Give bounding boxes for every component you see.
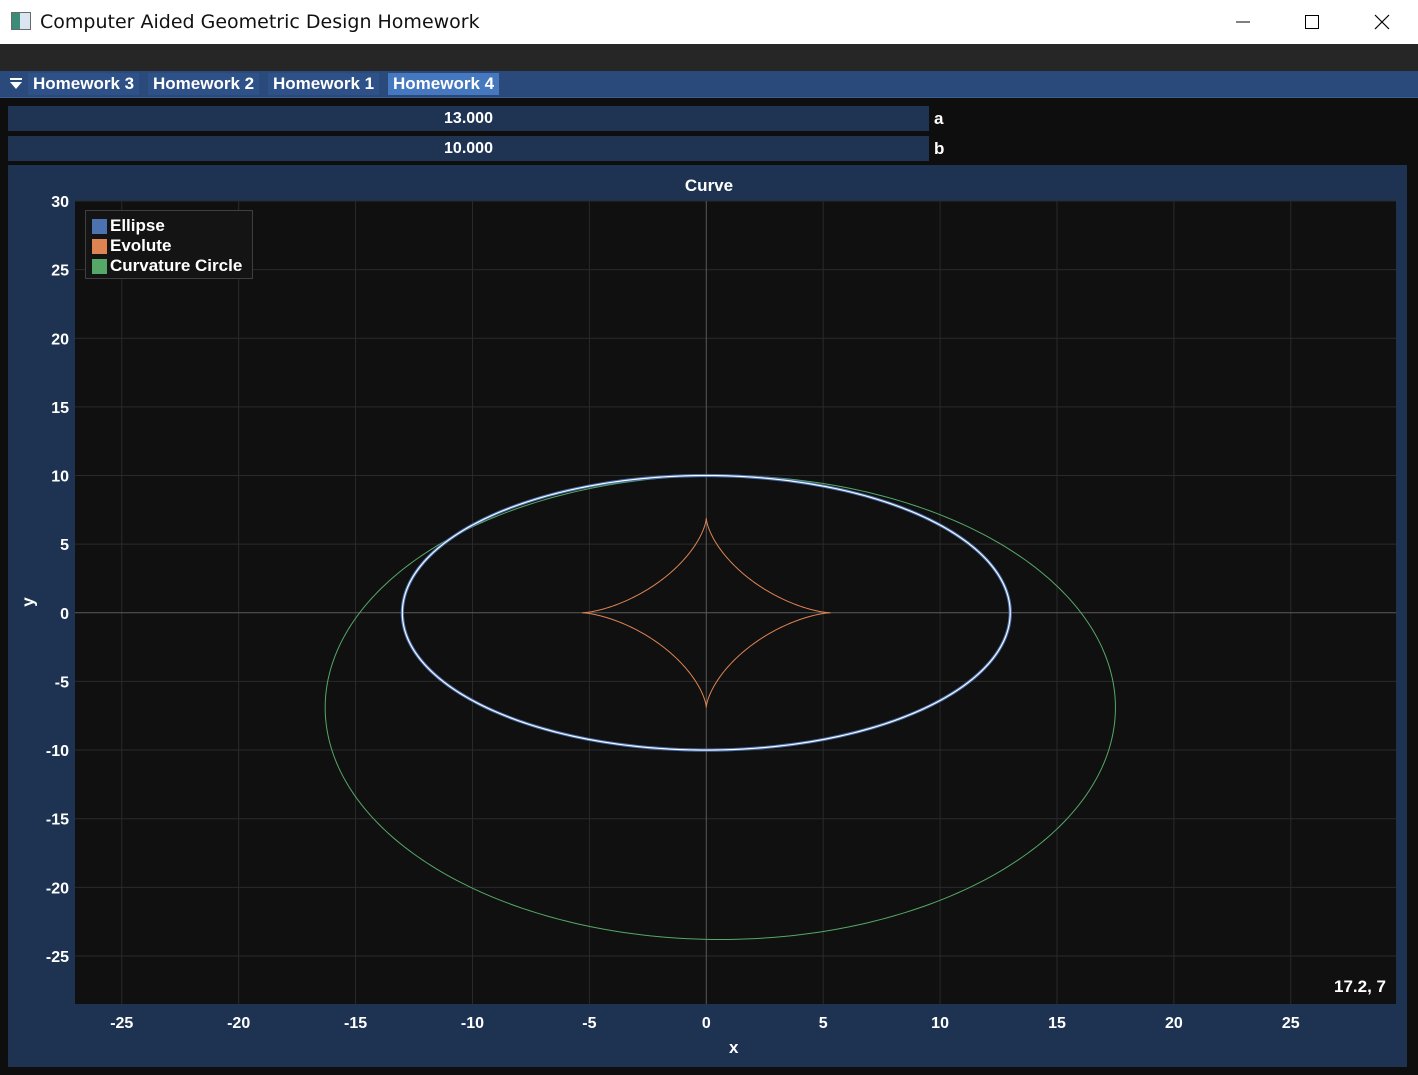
y-tick-label: -10 — [46, 743, 69, 760]
curvature-circle-swatch — [92, 258, 107, 274]
y-tick-label: 30 — [51, 194, 69, 211]
x-tick-label: -15 — [344, 1015, 367, 1032]
y-tick-label: -20 — [46, 880, 69, 897]
x-tick-label: 0 — [702, 1015, 711, 1032]
x-tick-label: 15 — [1048, 1015, 1066, 1032]
legend-item-curvature-circle[interactable]: Curvature Circle — [92, 256, 242, 276]
legend-item-evolute[interactable]: Evolute — [92, 236, 171, 256]
x-tick-label: 25 — [1282, 1015, 1300, 1032]
x-tick-label: -25 — [110, 1015, 133, 1032]
x-tick-label: -5 — [582, 1015, 596, 1032]
x-tick-label: 5 — [819, 1015, 828, 1032]
legend-label: Curvature Circle — [110, 256, 243, 275]
y-tick-label: -15 — [46, 812, 69, 829]
x-tick-label: -10 — [461, 1015, 484, 1032]
y-tick-label: -5 — [55, 674, 69, 691]
y-tick-label: 25 — [51, 263, 69, 280]
plot-area[interactable] — [75, 201, 1396, 1004]
coordinate-readout: 17.2, 7 — [1334, 977, 1386, 996]
y-tick-label: 15 — [51, 400, 69, 417]
legend-label: Ellipse — [110, 216, 165, 235]
x-tick-label: 10 — [931, 1015, 949, 1032]
legend[interactable]: Ellipse Evolute Curvature Circle — [85, 210, 253, 279]
x-tick-label: 20 — [1165, 1015, 1183, 1032]
evolute-swatch — [92, 238, 107, 254]
x-tick-label: -20 — [227, 1015, 250, 1032]
y-axis-label: y — [18, 597, 38, 607]
legend-item-ellipse[interactable]: Ellipse — [92, 216, 165, 236]
y-tick-label: 10 — [51, 469, 69, 486]
y-tick-label: 20 — [51, 331, 69, 348]
legend-label: Evolute — [110, 236, 172, 255]
y-tick-label: -25 — [46, 949, 69, 966]
plot-canvas[interactable]: -25 -20 -15 -10 -5 0 5 10 15 20 25 30 25 20 15 10 5 0 -5 -1… — [0, 0, 1418, 1075]
x-axis-label: x — [729, 1038, 739, 1057]
y-tick-label: 5 — [60, 537, 69, 554]
ellipse-swatch — [92, 218, 107, 234]
y-tick-label: 0 — [60, 606, 69, 623]
